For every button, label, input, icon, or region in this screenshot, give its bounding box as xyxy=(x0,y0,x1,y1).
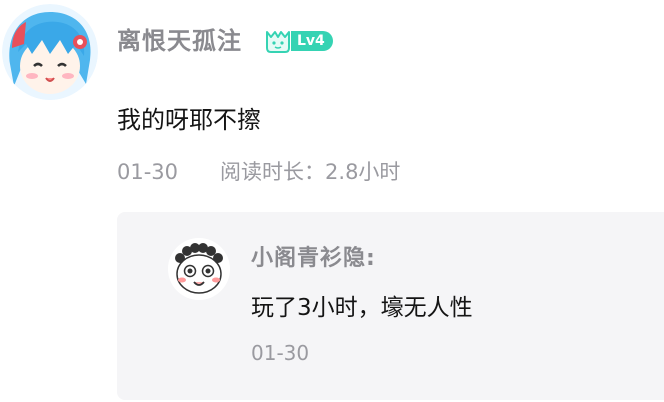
level-badge-icon xyxy=(266,31,290,53)
reply-text: 玩了3小时，壕无人性 xyxy=(251,295,473,321)
reply-separator: : xyxy=(366,246,376,271)
comment-text: 我的呀耶不擦 xyxy=(117,106,261,134)
anime-girl-avatar-icon xyxy=(2,4,98,100)
user-avatar[interactable] xyxy=(2,4,98,100)
reply-date: 01-30 xyxy=(251,341,310,365)
read-duration: 阅读时长：2.8小时 xyxy=(220,160,401,184)
reply-username-line: 小阁青衫隐: xyxy=(251,243,376,275)
comment-date: 01-30 xyxy=(117,160,179,184)
comment-username[interactable]: 离恨天孤注 xyxy=(117,24,242,58)
comment-meta: 01-30 阅读时长：2.8小时 xyxy=(117,157,400,187)
cartoon-face-avatar-icon xyxy=(168,238,230,300)
reply-username[interactable]: 小阁青衫隐 xyxy=(251,246,366,271)
comment-page: 离恨天孤注 Lv4 我的呀耶不擦 01-30 阅读时长：2.8小时 小阁青衫隐:… xyxy=(0,0,664,402)
level-label: Lv4 xyxy=(291,31,333,51)
reply-avatar[interactable] xyxy=(168,238,230,300)
level-badge: Lv4 xyxy=(263,28,333,54)
